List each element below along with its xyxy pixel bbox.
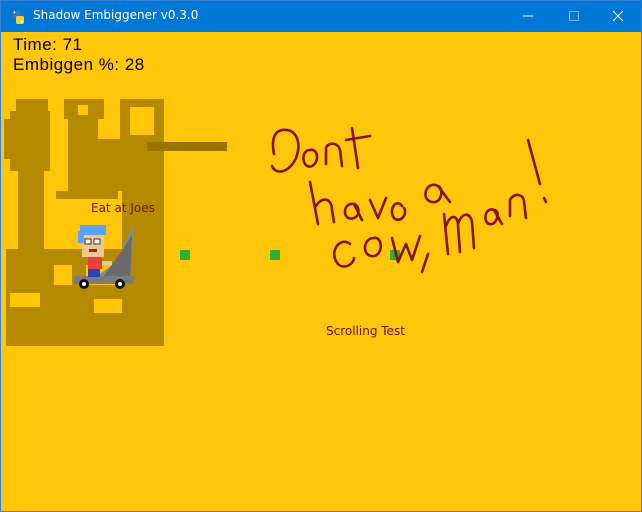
pickup-item	[180, 250, 190, 260]
eat-at-joes-label: Eat at Joes	[91, 201, 155, 215]
window-title: Shadow Embiggener v0.3.0	[33, 8, 199, 22]
minimize-icon	[523, 8, 533, 26]
time-counter: Time: 71	[13, 35, 83, 54]
close-button[interactable]	[595, 1, 641, 32]
maximize-button[interactable]	[551, 1, 597, 32]
player-sprite	[74, 225, 134, 289]
minimize-button[interactable]	[505, 1, 551, 32]
handwritten-note	[270, 126, 548, 274]
game-canvas[interactable]: Time: 71 Embiggen %: 28 Eat at Joes Scro…	[2, 32, 642, 512]
floating-platform	[147, 142, 227, 151]
embiggen-percent: Embiggen %: 28	[13, 55, 145, 74]
title-bar[interactable]: Shadow Embiggener v0.3.0	[1, 1, 641, 32]
close-icon	[612, 8, 624, 26]
scrolling-test-label: Scrolling Test	[326, 324, 405, 338]
maximize-icon	[569, 8, 579, 26]
game-window: Shadow Embiggener v0.3.0 Time: 71 Embigg…	[0, 0, 642, 512]
python-icon	[10, 9, 26, 25]
